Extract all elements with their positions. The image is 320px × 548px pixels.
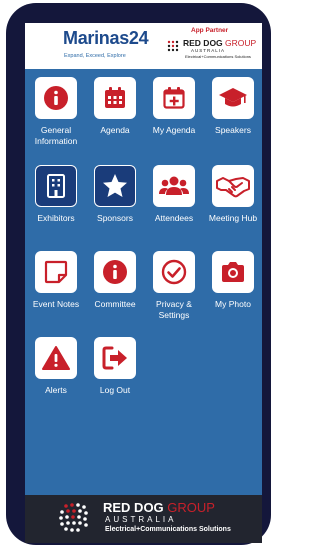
- tile-label: Attendees: [154, 213, 194, 223]
- tile-label: Privacy & Settings: [156, 299, 192, 320]
- users-icon: [159, 176, 189, 195]
- tile-speakers[interactable]: Speakers: [205, 77, 261, 136]
- footer-country: AUSTRALIA: [105, 515, 177, 524]
- tile-committee[interactable]: Committee: [87, 251, 143, 310]
- camera-icon: [222, 262, 244, 282]
- tile-icon-box[interactable]: [212, 165, 254, 207]
- building-icon: [47, 174, 65, 198]
- tile-my-agenda[interactable]: My Agenda: [146, 77, 202, 136]
- tile-privacy-settings[interactable]: Privacy & Settings: [146, 251, 202, 321]
- app-screen: Marinas24 Expand, Exceed, Explore App Pa…: [25, 23, 262, 543]
- phone-frame: Marinas24 Expand, Exceed, Explore App Pa…: [6, 3, 271, 545]
- partner-label: App Partner: [191, 27, 229, 34]
- tile-my-photo[interactable]: My Photo: [205, 251, 261, 310]
- footer-company-name: RED DOG GROUP: [103, 500, 215, 515]
- calendar-plus-icon: [163, 87, 185, 109]
- tile-attendees[interactable]: Attendees: [146, 165, 202, 224]
- tile-icon-box[interactable]: [94, 165, 136, 207]
- tile-icon-box[interactable]: [212, 251, 254, 293]
- logout-icon: [102, 346, 127, 370]
- partner-country: AUSTRALIA: [191, 48, 226, 53]
- tile-icon-box[interactable]: [153, 77, 195, 119]
- tile-icon-box[interactable]: [94, 251, 136, 293]
- info-icon: [103, 260, 127, 284]
- red-dog-logo-icon: [59, 503, 88, 532]
- tile-agenda[interactable]: Agenda: [87, 77, 143, 136]
- sponsor-footer-banner[interactable]: RED DOG GROUP AUSTRALIA Electrical+Commu…: [25, 495, 262, 543]
- partner-logo-icon: [167, 40, 179, 52]
- tile-sponsors[interactable]: Sponsors: [87, 165, 143, 224]
- tile-label: Speakers: [215, 125, 251, 135]
- tile-icon-box[interactable]: [35, 251, 77, 293]
- tile-alerts[interactable]: Alerts: [28, 337, 84, 396]
- star-icon: [103, 174, 127, 197]
- tile-icon-box[interactable]: [94, 337, 136, 379]
- note-icon: [44, 260, 68, 284]
- brand-logo: Marinas24: [63, 28, 149, 48]
- tile-label: Committee: [94, 299, 136, 309]
- tile-label: My Agenda: [152, 125, 196, 135]
- partner-tagline: Electrical+Communications Solutions: [185, 54, 251, 59]
- tile-icon-box[interactable]: [35, 77, 77, 119]
- alert-icon: [42, 346, 70, 370]
- tile-label: Log Out: [99, 385, 131, 395]
- check-circle-icon: [161, 259, 187, 285]
- tile-icon-box[interactable]: [212, 77, 254, 119]
- tile-general-information[interactable]: General Information: [28, 77, 84, 147]
- tile-label: Exhibitors: [37, 213, 75, 223]
- tile-label: My Photo: [215, 299, 251, 309]
- tile-label: Agenda: [100, 125, 130, 135]
- handshake-icon: [216, 177, 250, 198]
- graduation-cap-icon: [219, 88, 247, 107]
- tile-label: Sponsors: [97, 213, 133, 223]
- tile-meeting-hub[interactable]: Meeting Hub: [205, 165, 261, 224]
- info-icon: [44, 86, 68, 110]
- tile-icon-box[interactable]: [35, 337, 77, 379]
- tile-event-notes[interactable]: Event Notes: [28, 251, 84, 310]
- app-header: Marinas24 Expand, Exceed, Explore App Pa…: [25, 23, 262, 69]
- tile-log-out[interactable]: Log Out: [87, 337, 143, 396]
- partner-name: RED DOG GROUP: [183, 38, 257, 48]
- tile-exhibitors[interactable]: Exhibitors: [28, 165, 84, 224]
- footer-tagline: Electrical+Communications Solutions: [105, 526, 231, 533]
- tile-label: Alerts: [45, 385, 67, 395]
- brand-tagline: Expand, Exceed, Explore: [64, 53, 126, 59]
- calendar-icon: [105, 87, 125, 108]
- tile-icon-box[interactable]: [153, 165, 195, 207]
- tile-label: General Information: [34, 125, 78, 146]
- tile-icon-box[interactable]: [35, 165, 77, 207]
- tile-label: Meeting Hub: [208, 213, 258, 223]
- tile-label: Event Notes: [32, 299, 80, 309]
- tile-icon-box[interactable]: [94, 77, 136, 119]
- tile-icon-box[interactable]: [153, 251, 195, 293]
